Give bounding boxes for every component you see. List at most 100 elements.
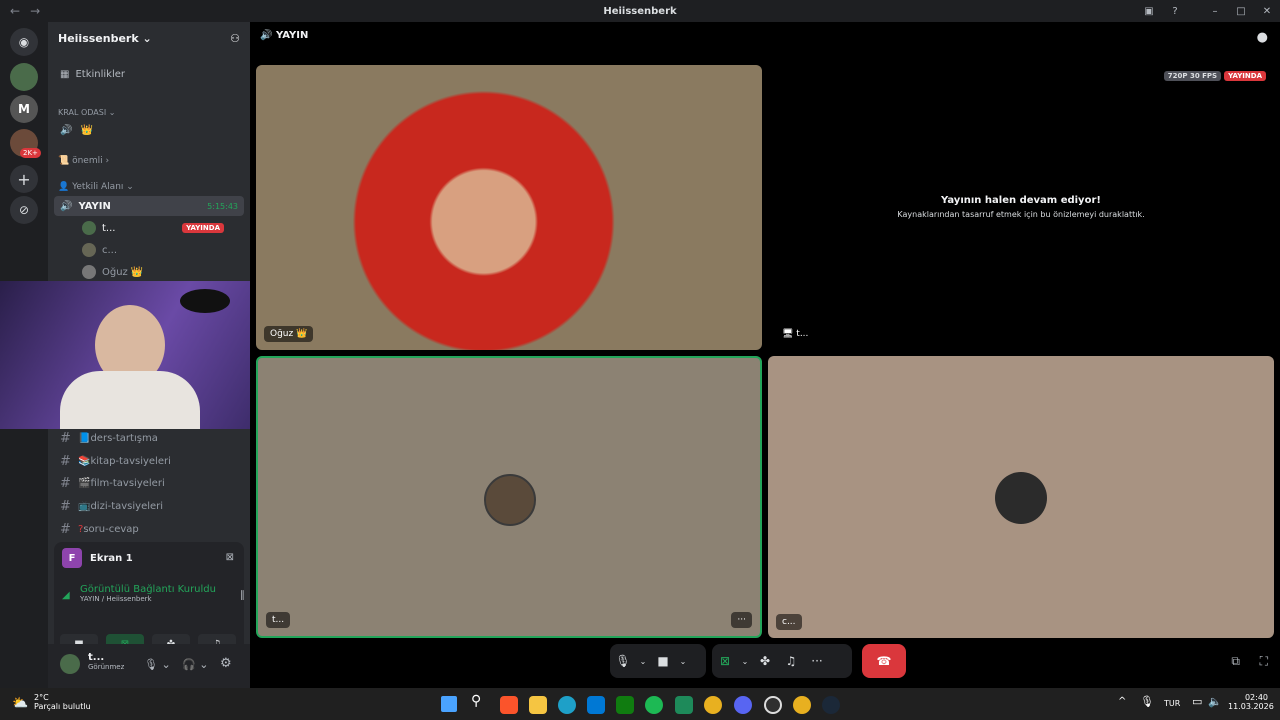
video-tile-avatar[interactable]: c... xyxy=(768,356,1274,638)
category-yetkili[interactable]: 👤 Yetkili Alanı ⌄ xyxy=(58,182,134,192)
avatar xyxy=(484,474,536,526)
text-channel[interactable]: # 🎬 film-tavsiyeleri xyxy=(54,473,244,493)
headset-icon[interactable]: 🎧 ⌄ xyxy=(182,658,208,671)
participant-label: 🖥 t... xyxy=(782,329,809,339)
weather-widget[interactable]: 2°C Parçalı bulutlu xyxy=(34,693,91,711)
close-icon[interactable]: ✕ xyxy=(1254,6,1280,17)
inbox-icon[interactable]: ▣ xyxy=(1136,6,1162,17)
network-icon[interactable]: ▭ xyxy=(1192,695,1202,708)
app-icon[interactable] xyxy=(675,696,693,714)
participant-label: Oğuz 👑 xyxy=(264,326,314,342)
avatar[interactable] xyxy=(60,654,80,674)
activities-icon[interactable]: ✤ xyxy=(752,648,778,674)
screen-share-row: F Ekran 1 xyxy=(62,548,133,568)
chat-icon[interactable]: ● xyxy=(1257,30,1268,45)
discord-home-icon[interactable]: ◉ xyxy=(10,28,38,56)
obs-icon[interactable] xyxy=(764,696,782,714)
hash-icon: # xyxy=(60,498,71,514)
avatar xyxy=(82,221,96,235)
participant-label: c... xyxy=(776,614,802,630)
title-bar: ← → Heiissenberk ▣ ? – □ ✕ xyxy=(0,0,1280,22)
help-icon[interactable]: ? xyxy=(1162,6,1188,17)
avatar xyxy=(82,243,96,257)
hash-icon: # xyxy=(60,475,71,491)
chrome-icon[interactable] xyxy=(793,696,811,714)
camera-icon[interactable]: ■ xyxy=(650,648,676,674)
maximize-icon[interactable]: □ xyxy=(1228,6,1254,17)
clock[interactable]: 02:40 11.03.2026 xyxy=(1228,693,1274,711)
more-options-icon[interactable]: ··· xyxy=(804,648,830,674)
more-options-icon[interactable]: ··· xyxy=(731,612,752,628)
store-icon[interactable] xyxy=(587,696,605,714)
text-channel[interactable]: # 📺 dizi-tavsiyeleri xyxy=(54,496,244,516)
chevron-down-icon[interactable]: ⌄ xyxy=(738,648,752,674)
back-arrow-icon[interactable]: ← xyxy=(10,4,20,18)
server-icon[interactable]: M xyxy=(10,95,38,123)
stop-share-icon[interactable]: ⊠ xyxy=(226,552,234,563)
minimize-icon[interactable]: – xyxy=(1202,6,1228,17)
category-kral[interactable]: KRAL ODASI ⌄ xyxy=(58,108,115,117)
microphone-icon[interactable]: 🎙 ⌄ xyxy=(144,658,171,671)
server-header[interactable]: Heiissenberk ⌄ ⚇ xyxy=(48,22,250,54)
voice-channel-yayin[interactable]: 🔊 YAYIN 5:15:43 xyxy=(54,196,244,216)
language-indicator[interactable]: TUR xyxy=(1164,699,1180,708)
weather-temp: 2°C xyxy=(34,693,49,702)
webcam-overlay xyxy=(0,281,263,429)
call-timer: 5:15:43 xyxy=(207,201,238,211)
weather-icon[interactable]: ⛅ xyxy=(12,696,28,711)
category-label: KRAL ODASI xyxy=(58,108,107,117)
voice-member[interactable]: c... xyxy=(76,240,244,260)
quality-badge: 720P 30 FPS xyxy=(1163,71,1222,81)
chevron-down-icon[interactable]: ⌄ xyxy=(676,648,690,674)
microphone-icon[interactable]: 🎙 xyxy=(1140,695,1154,708)
microphone-icon[interactable]: 🎙 xyxy=(610,648,636,674)
spotify-icon[interactable] xyxy=(645,696,663,714)
video-tile-avatar[interactable]: t... ··· xyxy=(256,356,762,638)
streamer-body xyxy=(60,371,200,429)
popout-icon[interactable]: ⧉ xyxy=(1231,654,1240,669)
start-icon[interactable] xyxy=(441,696,457,712)
chrome-icon[interactable] xyxy=(704,696,722,714)
steam-icon[interactable] xyxy=(822,696,840,714)
voice-channel-crown[interactable]: 🔊 👑 xyxy=(54,120,244,140)
voice-member[interactable]: t... YAYINDA xyxy=(76,218,244,238)
soundboard-icon[interactable]: ♫ xyxy=(778,648,804,674)
add-member-icon[interactable]: ⚇ xyxy=(230,32,240,45)
tray-chevron-icon[interactable]: ^ xyxy=(1118,696,1126,707)
connection-label[interactable]: Görüntülü Bağlantı Kuruldu xyxy=(80,584,216,595)
discord-icon[interactable] xyxy=(734,696,752,714)
category-onemli[interactable]: 📜 önemli › xyxy=(58,156,109,166)
events-item[interactable]: ▦ Etkinlikler xyxy=(54,64,244,84)
activity-controls: ⊠ ⌄ ✤ ♫ ··· xyxy=(712,644,852,678)
volume-icon[interactable]: 🔈 xyxy=(1208,695,1222,708)
search-icon[interactable]: ⚲ xyxy=(471,693,481,709)
xbox-icon[interactable] xyxy=(616,696,634,714)
chevron-down-icon[interactable]: ⌄ xyxy=(636,648,650,674)
settings-gear-icon[interactable]: ⚙ xyxy=(220,656,232,671)
text-channel[interactable]: # 📚 kitap-tavsiyeleri xyxy=(54,451,244,471)
voice-channel-name: YAYIN xyxy=(80,595,100,603)
folder-icon[interactable] xyxy=(529,696,547,714)
channel-label: ders-tartışma xyxy=(90,432,158,444)
video-tile-stream[interactable]: 720P 30 FPS YAYINDA Yayının halen devam … xyxy=(768,65,1274,350)
weather-desc: Parçalı bulutlu xyxy=(34,702,91,711)
hash-icon: # xyxy=(60,453,71,469)
brave-icon[interactable] xyxy=(500,696,518,714)
edge-icon[interactable] xyxy=(558,696,576,714)
stage-channel-name: YAYIN xyxy=(275,30,309,41)
forward-arrow-icon[interactable]: → xyxy=(30,4,40,18)
screen-share-icon[interactable]: ⊠ xyxy=(712,648,738,674)
noise-suppression-icon[interactable]: ∥ xyxy=(240,590,245,601)
server-icon[interactable] xyxy=(10,63,38,91)
add-server-icon[interactable]: + xyxy=(10,165,38,193)
text-channel[interactable]: # 📘 ders-tartışma xyxy=(54,428,244,448)
discover-icon[interactable]: ⊘ xyxy=(10,196,38,224)
fullscreen-icon[interactable]: ⛶ xyxy=(1260,654,1268,669)
text-channel[interactable]: #? soru-cevap xyxy=(54,519,244,539)
category-label: Yetkili Alanı xyxy=(72,182,124,192)
avatar xyxy=(82,265,96,279)
leave-call-button[interactable]: ☎ xyxy=(862,644,906,678)
voice-member[interactable]: Oğuz 👑 xyxy=(76,262,244,282)
video-tile-camera[interactable]: Oğuz 👑 xyxy=(256,65,762,350)
voice-server-name: / Heiissenberk xyxy=(101,595,152,603)
